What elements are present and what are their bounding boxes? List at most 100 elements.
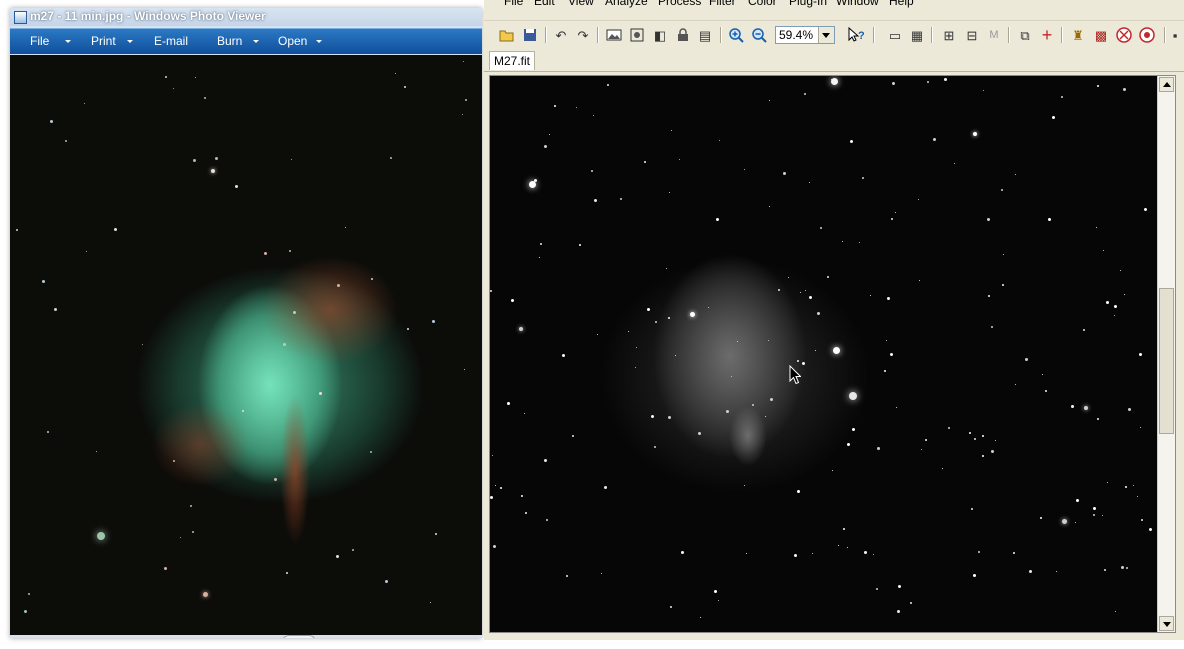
app-menu-color[interactable]: Color xyxy=(748,0,777,8)
cross-hair-icon[interactable]: ⊞ xyxy=(940,26,958,44)
star-dot xyxy=(544,145,547,148)
lock-icon[interactable] xyxy=(674,26,692,44)
star-dot xyxy=(910,602,912,604)
stack-icon[interactable]: ▦ xyxy=(908,26,926,44)
star-dot xyxy=(1125,486,1127,488)
pv-print-menu[interactable]: Print xyxy=(91,34,116,48)
star-dot xyxy=(891,218,893,220)
marker-icon[interactable]: M xyxy=(985,26,1003,44)
toolbar-separator xyxy=(545,27,547,43)
star-dot xyxy=(336,555,339,558)
star-dot xyxy=(983,90,984,91)
save-icon[interactable] xyxy=(521,26,539,44)
star-dot xyxy=(114,228,117,231)
star-dot xyxy=(927,81,929,83)
grid-icon[interactable]: ▩ xyxy=(1092,26,1110,44)
redo-icon[interactable]: ↷ xyxy=(574,26,592,44)
star-dot xyxy=(890,353,893,356)
star-dot xyxy=(579,244,581,246)
app-menu-help[interactable]: Help xyxy=(889,0,914,8)
app-menu-view[interactable]: View xyxy=(568,0,594,8)
scrollbar-thumb[interactable] xyxy=(1159,288,1174,434)
scroll-down-arrow-icon[interactable] xyxy=(1159,616,1174,631)
app-menu-plugin[interactable]: Plug-In xyxy=(789,0,827,8)
app-menu-edit[interactable]: Edit xyxy=(534,0,555,8)
pv-file-chevron-down-icon[interactable] xyxy=(65,40,71,43)
zoom-in-icon[interactable] xyxy=(727,26,745,44)
zoom-select[interactable]: 59.4% xyxy=(775,26,835,44)
star-dot xyxy=(1029,570,1032,573)
pv-file-menu[interactable]: File xyxy=(30,34,49,48)
app-menu-process[interactable]: Process xyxy=(658,0,701,8)
star-dot xyxy=(435,533,437,535)
star-dot xyxy=(165,76,167,78)
fit-window-icon[interactable] xyxy=(628,26,646,44)
star-dot xyxy=(591,170,593,172)
star-dot xyxy=(1076,499,1079,502)
star-dot xyxy=(1056,571,1057,572)
star-dot xyxy=(204,97,206,99)
star-dot xyxy=(50,120,53,123)
vertical-scrollbar[interactable] xyxy=(1157,76,1175,632)
star-dot xyxy=(805,290,806,291)
star-dot xyxy=(572,435,574,437)
star-dot xyxy=(1140,427,1141,428)
star-dot xyxy=(896,407,897,408)
scroll-up-arrow-icon[interactable] xyxy=(1159,77,1174,92)
star-dot xyxy=(769,206,770,207)
properties-icon[interactable]: ▤ xyxy=(696,26,714,44)
star-dot xyxy=(562,354,565,357)
star-dot xyxy=(1097,418,1099,420)
brush-icon[interactable]: ♜ xyxy=(1069,26,1087,44)
pv-print-chevron-down-icon[interactable] xyxy=(127,40,133,43)
tab-m27-fit[interactable]: M27.fit xyxy=(489,51,536,70)
app-menu-filter[interactable]: Filter xyxy=(709,0,736,8)
star-dot xyxy=(744,485,745,486)
copy-icon[interactable]: ⧉ xyxy=(1016,26,1034,44)
star-dot xyxy=(464,369,465,370)
record-icon[interactable] xyxy=(1138,26,1156,44)
pv-navigation-control[interactable] xyxy=(282,635,316,638)
star-dot xyxy=(511,299,514,302)
star-dot xyxy=(794,554,797,557)
star-dot xyxy=(838,545,839,546)
star-dot xyxy=(42,280,45,283)
measure-icon[interactable]: ▭ xyxy=(886,26,904,44)
star-dot xyxy=(718,600,719,601)
star-dot xyxy=(670,606,672,608)
star-dot xyxy=(969,432,971,434)
star-dot xyxy=(1001,189,1003,191)
app-menu-window[interactable]: Window xyxy=(836,0,879,8)
pv-open-menu[interactable]: Open xyxy=(278,34,307,48)
star-dot xyxy=(1015,174,1016,175)
app-menu-analyze[interactable]: Analyze xyxy=(605,0,648,8)
pv-burn-menu[interactable]: Burn xyxy=(217,34,242,48)
undo-icon[interactable]: ↶ xyxy=(552,26,570,44)
star-dot xyxy=(991,326,993,328)
align-icon[interactable]: ⊟ xyxy=(963,26,981,44)
app-menu-file[interactable]: File xyxy=(504,0,523,8)
star-dot xyxy=(918,199,919,200)
lock-small-icon[interactable]: ▪ xyxy=(1170,26,1180,44)
star-dot xyxy=(887,297,890,300)
star-dot xyxy=(1106,301,1109,304)
toolbar-separator xyxy=(931,27,933,43)
help-cursor-icon[interactable]: ? xyxy=(847,26,865,44)
stop-icon[interactable] xyxy=(1115,26,1133,44)
zoom-out-icon[interactable] xyxy=(750,26,768,44)
star-dot xyxy=(788,277,789,278)
pv-burn-chevron-down-icon[interactable] xyxy=(253,40,259,43)
plus-icon[interactable]: + xyxy=(1038,26,1056,44)
photo-viewer-titlebar[interactable]: m27 - 11 min.jpg - Windows Photo Viewer xyxy=(10,8,482,26)
star-dot xyxy=(982,435,984,437)
open-folder-icon[interactable] xyxy=(498,26,516,44)
star-dot xyxy=(768,340,769,341)
star-dot xyxy=(274,478,277,481)
image-icon[interactable] xyxy=(605,26,623,44)
zoom-chevron-down-icon[interactable] xyxy=(818,27,834,43)
pv-email-button[interactable]: E-mail xyxy=(154,34,188,48)
star-dot xyxy=(524,413,525,414)
pv-open-chevron-down-icon[interactable] xyxy=(316,40,322,43)
flip-icon[interactable]: ◧ xyxy=(651,26,669,44)
star-dot xyxy=(925,439,927,441)
